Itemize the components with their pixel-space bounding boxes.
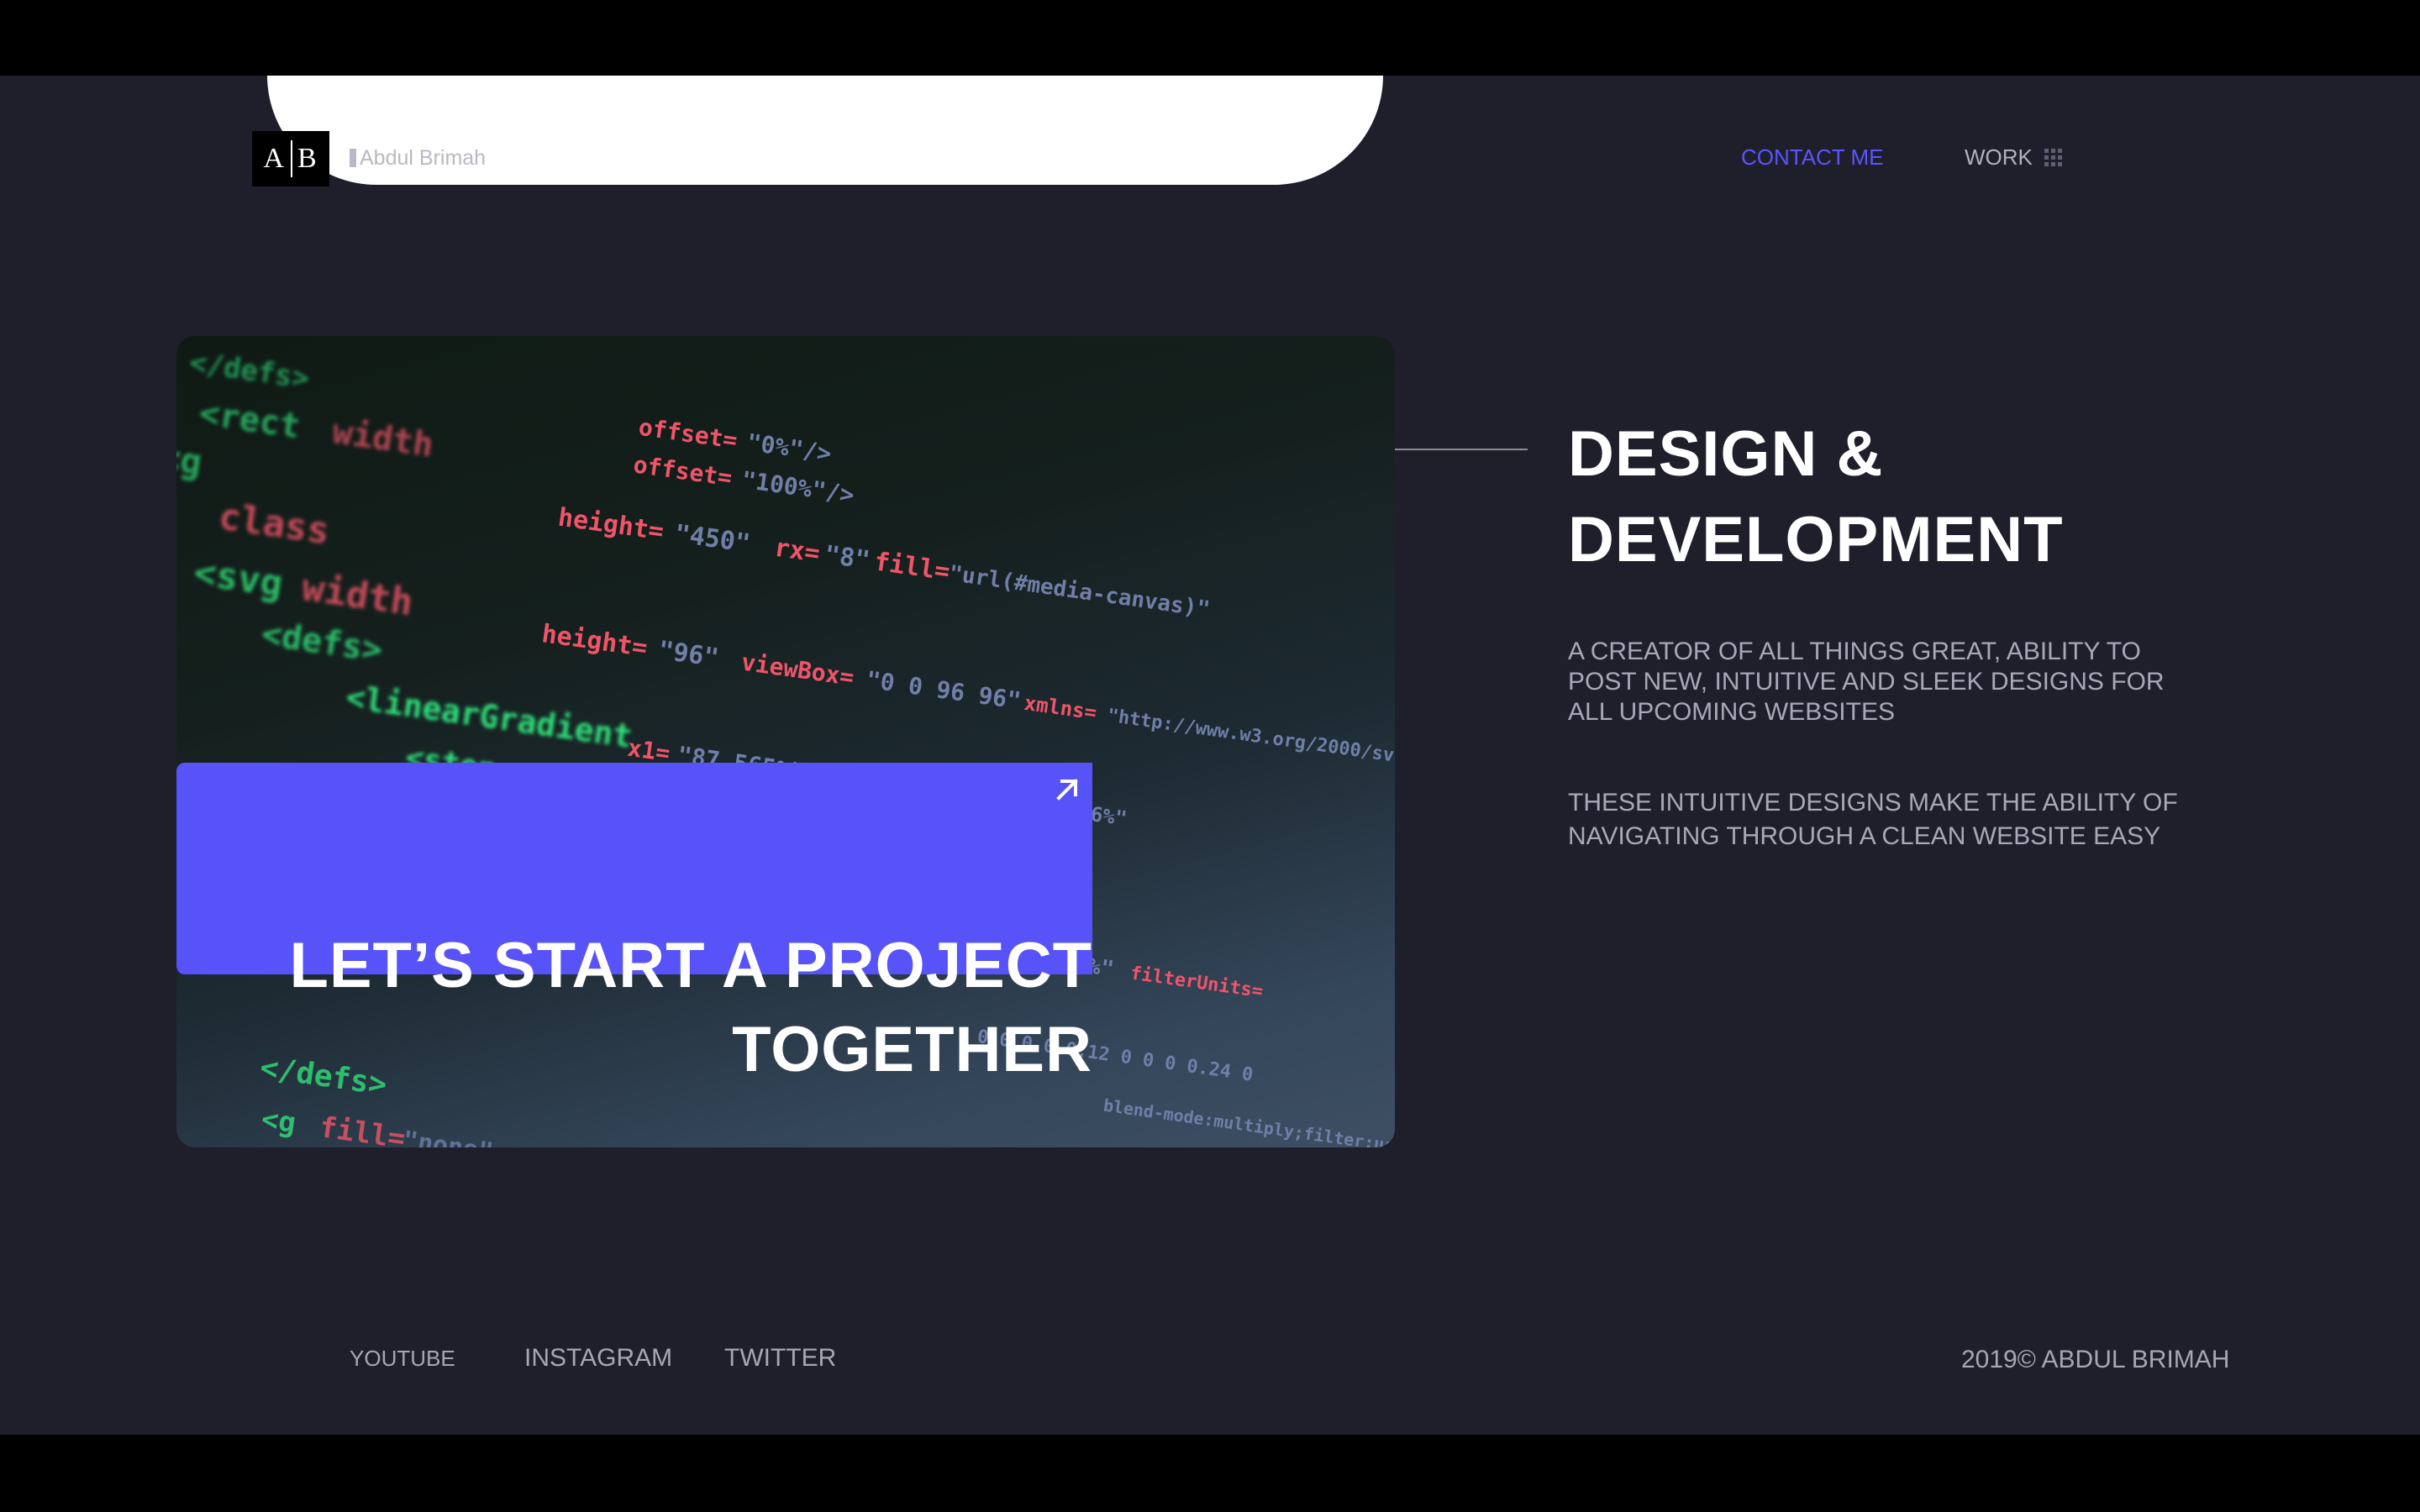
svg-text:<svg: <svg — [192, 551, 286, 606]
svg-text:<defs>: <defs> — [259, 615, 384, 670]
connector-line — [1395, 449, 1528, 450]
logo-letter-a: A — [263, 143, 286, 174]
grid-icon[interactable] — [2044, 149, 2062, 166]
svg-text:<g: <g — [259, 1102, 297, 1140]
cursor-bar — [350, 149, 356, 167]
svg-text:height=: height= — [556, 503, 666, 547]
svg-text:width: width — [330, 412, 436, 465]
page-title: DESIGN & DEVELOPMENT — [1568, 412, 2064, 583]
svg-text:filterUnits=: filterUnits= — [1129, 963, 1265, 1003]
logo-letter-b: B — [297, 143, 318, 174]
svg-text:fill=: fill= — [872, 547, 951, 586]
page-frame: AB Abdul Brimah CONTACT ME WORK </defs> … — [0, 76, 2420, 1435]
svg-text:height=: height= — [539, 619, 649, 663]
svg-text:width: width — [299, 566, 415, 624]
arrow-up-right-icon — [1056, 779, 1078, 801]
copyright-text: 2019© ABDUL BRIMAH — [1961, 1346, 2230, 1373]
nav-contact-me[interactable]: CONTACT ME — [1741, 144, 1883, 171]
footer-link-youtube[interactable]: YOUTUBE — [350, 1346, 455, 1372]
brand-name[interactable]: Abdul Brimah — [350, 143, 486, 173]
nav-work-label: WORK — [1965, 144, 2033, 170]
svg-text:fill=: fill= — [318, 1110, 408, 1147]
svg-text:"0 0 96 96": "0 0 96 96" — [865, 665, 1023, 714]
svg-text:<rect: <rect — [197, 394, 302, 446]
logo-divider — [290, 140, 292, 177]
svg-text:"http://www.w3.org/2000/svg": "http://www.w3.org/2000/svg" — [1106, 706, 1395, 769]
svg-text:blend-mode:multiply;filter:url: blend-mode:multiply;filter:url(#media-sh… — [1102, 1095, 1395, 1147]
brand-name-label: Abdul Brimah — [360, 145, 487, 170]
title-line-2: DEVELOPMENT — [1568, 504, 2064, 575]
svg-text:</defs>: </defs> — [187, 346, 311, 396]
svg-text:"8": "8" — [823, 540, 872, 575]
svg-text:offset=: offset= — [637, 413, 739, 454]
svg-text:xmlns=: xmlns= — [1023, 691, 1098, 725]
start-project-label[interactable]: LET’S START A PROJECT TOGETHER — [176, 924, 1092, 1092]
svg-text:"none": "none" — [401, 1126, 495, 1147]
svg-text:viewBox=: viewBox= — [739, 648, 855, 691]
footer-link-twitter[interactable]: TWITTER — [724, 1344, 836, 1373]
svg-text:rx=: rx= — [772, 533, 822, 569]
logo[interactable]: AB — [252, 131, 329, 186]
svg-text:"100%"/>: "100%"/> — [739, 465, 855, 508]
title-line-1: DESIGN & — [1568, 418, 1884, 490]
cta-line-1: LET’S START A PROJECT — [289, 930, 1092, 1001]
footer-link-instagram[interactable]: INSTAGRAM — [524, 1344, 672, 1373]
svg-text:"450": "450" — [673, 519, 752, 559]
secondary-paragraph: THESE INTUITIVE DESIGNS MAKE THE ABILITY… — [1568, 789, 2178, 850]
intro-paragraph: A CREATOR OF ALL THINGS GREAT, ABILITY T… — [1568, 638, 2165, 726]
svg-text:"url(#media-canvas)": "url(#media-canvas)" — [948, 561, 1212, 622]
svg-text:class: class — [216, 495, 332, 553]
svg-text:offset=: offset= — [632, 450, 734, 491]
svg-text:<g: <g — [176, 437, 204, 484]
svg-text:"96": "96" — [656, 636, 720, 674]
svg-text:"0%"/>: "0%"/> — [745, 428, 834, 468]
cta-line-2: TOGETHER — [732, 1014, 1092, 1085]
svg-text:<linearGradient: <linearGradient — [344, 679, 634, 755]
nav-work[interactable]: WORK — [1965, 144, 2062, 171]
